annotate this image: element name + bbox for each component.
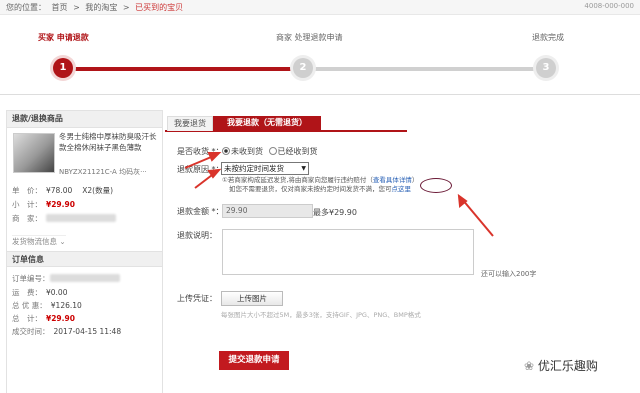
description-char-hint: 还可以输入200字: [481, 270, 537, 278]
reason-notice: ①若商家构成延迟发货,将由商家向您履行违约赔付（查看具体详情） 如您不需要退货，…: [222, 176, 418, 194]
reason-label: 退款原因 *：: [177, 165, 224, 174]
product-thumbnail[interactable]: [13, 133, 55, 173]
wechat-logo-icon: ❀: [524, 359, 538, 373]
refund-form-panel: 我要退货 我要退款（无需退货） 是否收货 *： 未收到货 已经收到货 退款原因 …: [165, 110, 635, 392]
shipping-info-link[interactable]: 发货物流信息: [12, 237, 57, 246]
top-bar: 您的位置： 首页 > 我的淘宝 > 已买到的宝贝 4008-000-000: [0, 0, 640, 15]
tab-refund-only[interactable]: 我要退款（无需退货）: [213, 116, 321, 130]
merchant-name-redacted: [46, 214, 116, 222]
breadcrumb-current: 已买到的宝贝: [135, 3, 184, 12]
reason-select[interactable]: 未按约定时间发货 ▼: [221, 162, 309, 175]
radio-received[interactable]: [268, 147, 277, 155]
freight-label: 运 费：: [12, 288, 42, 297]
notice-line-1-end: ）: [411, 176, 419, 184]
merchant-label: 商 家：: [12, 214, 42, 223]
amount-max: 最多¥29.90: [313, 208, 357, 217]
order-no-redacted: [49, 274, 120, 282]
quantity: X2(数量): [82, 186, 114, 195]
breadcrumb-label: 您的位置：: [6, 3, 46, 12]
upload-label: 上传凭证：: [177, 294, 217, 303]
upload-image-button[interactable]: 上传图片: [221, 291, 283, 306]
step-line-done: [62, 67, 302, 71]
order-no-label: 订单编号：: [12, 274, 50, 283]
reason-select-value: 未按约定时间发货: [224, 164, 284, 173]
breadcrumb: 您的位置： 首页 > 我的淘宝 > 已买到的宝贝: [6, 2, 186, 13]
step-2-circle: 2: [293, 58, 313, 78]
order-info-title: 订单信息: [7, 251, 162, 267]
step-line-pending: [302, 67, 546, 71]
refund-amount-input[interactable]: 29.90: [222, 204, 313, 218]
received-options: 未收到货 已经收到货: [222, 146, 318, 157]
subtotal: ¥29.90: [46, 200, 75, 209]
radio-not-received-label[interactable]: 未收到货: [231, 147, 263, 156]
subtotal-label: 小 计：: [12, 200, 42, 209]
discount-label: 总 优 惠：: [12, 301, 47, 310]
total-label: 总 计：: [12, 314, 42, 323]
progress-steps: 买家 申请退款 商家 处理退款申请 退款完成 1 2 3: [0, 14, 640, 95]
discount: ¥126.10: [50, 301, 82, 310]
order-sidebar: 退款/退换商品 冬男士纯棉中厚袜防臭吸汗长款全棉休闲袜子黑色薄款 NBYZX21…: [6, 110, 163, 393]
chevron-down-icon[interactable]: ⌄: [59, 237, 65, 246]
product-name[interactable]: 冬男士纯棉中厚袜防臭吸汗长款全棉休闲袜子黑色薄款: [59, 131, 159, 153]
step-3-circle: 3: [536, 58, 556, 78]
breadcrumb-home-link[interactable]: 首页: [52, 3, 68, 12]
header-phone: 4008-000-000: [584, 2, 634, 10]
click-here-link[interactable]: 点这里: [392, 185, 412, 193]
breadcrumb-sep: >: [73, 3, 80, 12]
step-3-label: 退款完成: [532, 33, 564, 42]
breadcrumb-sep: >: [122, 3, 130, 12]
notice-line-2: 如您不需要退货，仅对商家未按约定时间发货不满，您可: [229, 185, 392, 193]
received-label: 是否收货 *：: [177, 147, 224, 156]
deal-time: 2017-04-15 11:48: [53, 327, 122, 336]
unit-price: ¥78.00: [46, 186, 73, 195]
watermark-text: 优汇乐趣购: [537, 359, 598, 373]
watermark: ❀ 优汇乐趣购: [524, 357, 598, 374]
radio-not-received[interactable]: [222, 147, 230, 155]
description-label: 退款说明：: [177, 231, 217, 240]
annotation-circle: [420, 178, 452, 193]
upload-hint: 每张图片大小不超过5M，最多3张，支持GIF、JPG、PNG、BMP格式: [221, 311, 421, 319]
dropdown-arrow-icon: ▼: [301, 165, 306, 172]
refund-description-textarea[interactable]: [222, 229, 474, 275]
total: ¥29.90: [46, 314, 75, 323]
tab-return-goods[interactable]: 我要退货: [167, 116, 213, 131]
freight: ¥0.00: [46, 288, 68, 297]
goods-section-title: 退款/退换商品: [7, 111, 162, 128]
breadcrumb-my-taobao-link[interactable]: 我的淘宝: [85, 3, 117, 12]
product-sku: NBYZX21121C-A 均码灰···: [59, 168, 147, 176]
view-details-link[interactable]: 查看具体详情: [373, 176, 412, 184]
submit-refund-button[interactable]: 提交退款申请: [219, 351, 289, 370]
step-2-label: 商家 处理退款申请: [276, 33, 343, 42]
notice-line-1: ①若商家构成延迟发货,将由商家向您履行违约赔付（: [222, 176, 373, 184]
radio-received-label[interactable]: 已经收到货: [278, 147, 318, 156]
step-1-circle: 1: [53, 58, 73, 78]
amount-label: 退款金额 *：: [177, 207, 224, 216]
step-1-label: 买家 申请退款: [38, 33, 89, 42]
deal-time-label: 成交时间：: [12, 327, 50, 336]
refund-tabs: 我要退货 我要退款（无需退货）: [165, 116, 407, 132]
unit-price-label: 单 价：: [12, 186, 42, 195]
